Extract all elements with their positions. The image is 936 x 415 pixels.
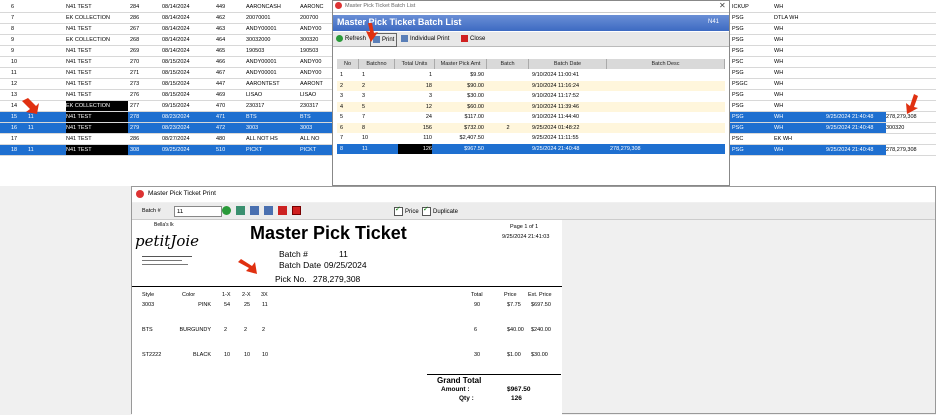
arrow-icon bbox=[366, 23, 378, 42]
arrow-icon bbox=[906, 94, 918, 114]
annotation-arrows bbox=[22, 23, 918, 274]
arrow-icon bbox=[22, 98, 39, 114]
arrow-icon bbox=[238, 259, 257, 274]
